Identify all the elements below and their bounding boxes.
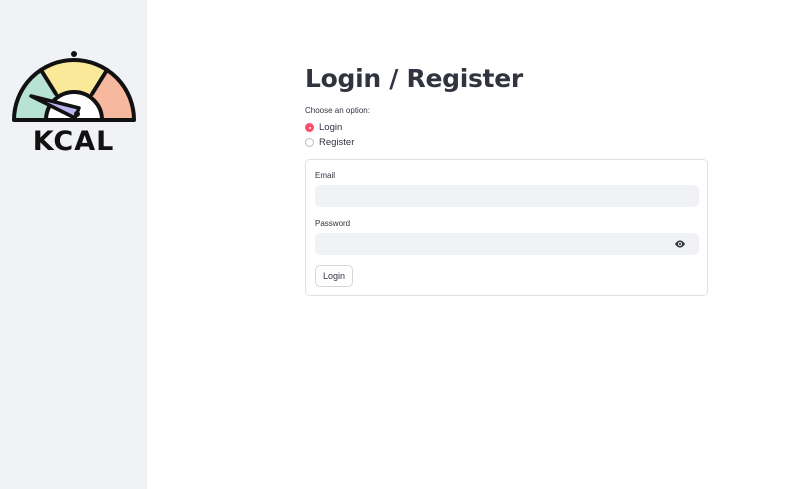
email-label: Email xyxy=(315,171,336,180)
login-button[interactable]: Login xyxy=(315,265,354,287)
logo-text: KCAL xyxy=(32,126,115,157)
radio-option-label: Register xyxy=(319,137,355,148)
app: KCAL Login / Register Choose an option: … xyxy=(0,0,806,489)
sidebar: KCAL xyxy=(0,0,147,489)
login-form: Email Password Login xyxy=(305,159,708,296)
password-label: Password xyxy=(315,219,351,228)
radio-option-login[interactable]: Login xyxy=(305,122,342,133)
radio-unselected-icon[interactable] xyxy=(305,138,314,147)
radio-option-register[interactable]: Register xyxy=(305,137,354,148)
page-title: Login / Register xyxy=(305,64,523,93)
radio-selected-icon[interactable] xyxy=(305,123,314,132)
email-input[interactable] xyxy=(315,185,699,207)
main-content: Login / Register Choose an option: Login… xyxy=(147,0,806,489)
password-input[interactable] xyxy=(315,233,699,255)
radio-group-label: Choose an option: xyxy=(305,106,370,115)
radio-option-label: Login xyxy=(319,122,343,133)
eye-icon[interactable] xyxy=(673,238,687,250)
